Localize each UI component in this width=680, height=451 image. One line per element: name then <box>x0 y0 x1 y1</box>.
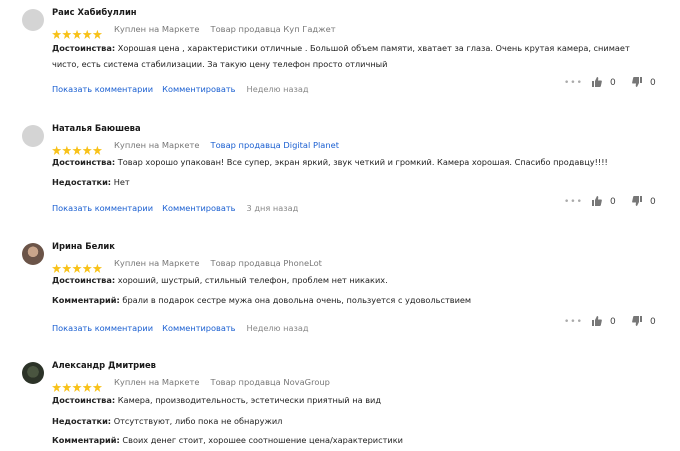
thumbs-up-icon[interactable] <box>592 316 602 328</box>
cons-text: Отсутствуют, либо пока не обнаружил <box>113 416 283 426</box>
star-icon <box>52 29 62 39</box>
pros-field: Достоинства: хороший, шустрый, стильный … <box>52 273 652 289</box>
review-meta: Куплен на Маркете Товар продавца Куп Гад… <box>52 24 336 39</box>
pros-text: Хорошая цена , характеристики отличные .… <box>52 43 630 69</box>
star-icon <box>62 263 72 273</box>
star-icon <box>52 263 62 273</box>
review-date: Неделю назад <box>246 84 309 94</box>
review-date: 3 дня назад <box>246 203 299 213</box>
likes-count: 0 <box>610 197 616 207</box>
purchased-badge: Куплен на Маркете <box>114 258 200 268</box>
thumbs-down-icon[interactable] <box>632 196 642 208</box>
thumbs-up-icon[interactable] <box>592 196 602 208</box>
star-icon <box>62 145 72 155</box>
review-meta: Куплен на Маркете Товар продавца PhoneLo… <box>52 258 322 273</box>
review-actions: Показать комментарии Комментировать Неде… <box>52 316 672 333</box>
purchased-badge: Куплен на Маркете <box>114 24 200 34</box>
comment-field: Комментарий: Своих денег стоит, хорошее … <box>52 433 652 449</box>
star-icon <box>72 145 82 155</box>
star-icon <box>92 145 103 155</box>
avatar[interactable] <box>22 362 44 384</box>
star-icon <box>72 263 82 273</box>
review-author[interactable]: Ирина Белик <box>52 241 115 251</box>
star-icon <box>82 29 92 39</box>
star-icon <box>72 382 82 392</box>
purchased-badge: Куплен на Маркете <box>114 140 200 150</box>
avatar[interactable] <box>22 125 44 147</box>
comment-text: брали в подарок сестре мужа она довольна… <box>122 295 472 305</box>
review-actions: Показать комментарии Комментировать Неде… <box>52 77 672 94</box>
star-icon <box>72 29 82 39</box>
pros-text: Товар хорошо упакован! Все супер, экран … <box>117 157 608 167</box>
cons-label: Недостатки: <box>52 416 112 426</box>
review-author[interactable]: Раис Хабибуллин <box>52 7 137 17</box>
seller-label: Товар продавца NovaGroup <box>210 377 330 387</box>
pros-label: Достоинства: <box>52 43 116 53</box>
comment-label: Комментарий: <box>52 295 120 305</box>
star-icon <box>82 263 92 273</box>
seller-label: Товар продавца Куп Гаджет <box>210 24 336 34</box>
more-options-icon[interactable]: ••• <box>564 79 583 88</box>
thumbs-down-icon[interactable] <box>632 77 642 89</box>
pros-text: Камера, производительность, эстетически … <box>117 395 382 405</box>
likes-count: 0 <box>610 78 616 88</box>
star-icon <box>62 29 72 39</box>
pros-label: Достоинства: <box>52 275 116 285</box>
avatar[interactable] <box>22 243 44 265</box>
star-icon <box>82 145 92 155</box>
review-actions: Показать комментарии Комментировать 3 дн… <box>52 196 672 213</box>
seller-label: Товар продавца PhoneLot <box>210 258 322 268</box>
pros-field: Достоинства: Товар хорошо упакован! Все … <box>52 155 652 171</box>
show-comments-link[interactable]: Показать комментарии <box>52 83 153 95</box>
show-comments-link[interactable]: Показать комментарии <box>52 322 153 334</box>
review-author[interactable]: Наталья Баюшева <box>52 123 141 133</box>
cons-label: Недостатки: <box>52 177 112 187</box>
dislikes-count: 0 <box>650 317 656 327</box>
pros-field: Достоинства: Хорошая цена , характеристи… <box>52 41 652 72</box>
comment-label: Комментарий: <box>52 435 120 445</box>
cons-field: Недостатки: Нет <box>52 175 652 191</box>
dislikes-count: 0 <box>650 78 656 88</box>
more-options-icon[interactable]: ••• <box>564 318 583 327</box>
comment-field: Комментарий: брали в подарок сестре мужа… <box>52 293 652 309</box>
avatar[interactable] <box>22 9 44 31</box>
pros-text: хороший, шустрый, стильный телефон, проб… <box>117 275 388 285</box>
star-icon <box>52 145 62 155</box>
pros-label: Достоинства: <box>52 157 116 167</box>
star-icon <box>82 382 92 392</box>
review-meta: Куплен на Маркете Товар продавца NovaGro… <box>52 377 330 392</box>
write-comment-link[interactable]: Комментировать <box>162 83 235 95</box>
seller-link[interactable]: Товар продавца Digital Planet <box>211 140 339 150</box>
more-options-icon[interactable]: ••• <box>564 198 583 207</box>
pros-label: Достоинства: <box>52 395 116 405</box>
cons-field: Недостатки: Отсутствуют, либо пока не об… <box>52 414 652 430</box>
purchased-badge: Куплен на Маркете <box>114 377 200 387</box>
star-icon <box>92 29 103 39</box>
thumbs-down-icon[interactable] <box>632 316 642 328</box>
likes-count: 0 <box>610 317 616 327</box>
star-icon <box>92 382 103 392</box>
review-date: Неделю назад <box>246 323 309 333</box>
review-meta: Куплен на Маркете Товар продавца Digital… <box>52 140 339 155</box>
star-icon <box>92 263 103 273</box>
comment-text: Своих денег стоит, хорошее соотношение ц… <box>122 435 403 445</box>
pros-field: Достоинства: Камера, производительность,… <box>52 393 652 409</box>
cons-text: Нет <box>113 177 130 187</box>
write-comment-link[interactable]: Комментировать <box>162 202 235 214</box>
dislikes-count: 0 <box>650 197 656 207</box>
star-icon <box>62 382 72 392</box>
thumbs-up-icon[interactable] <box>592 77 602 89</box>
show-comments-link[interactable]: Показать комментарии <box>52 202 153 214</box>
star-icon <box>52 382 62 392</box>
review-author[interactable]: Александр Дмитриев <box>52 360 156 370</box>
write-comment-link[interactable]: Комментировать <box>162 322 235 334</box>
